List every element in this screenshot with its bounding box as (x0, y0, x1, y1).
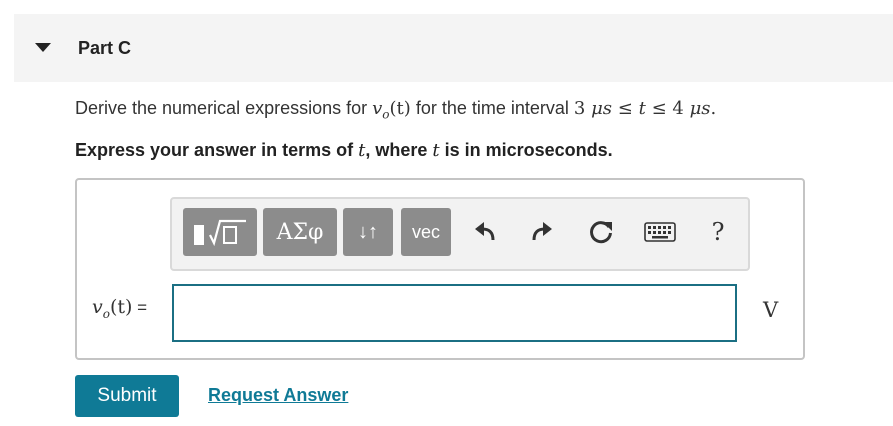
question-text: Derive the numerical expressions for vo(… (75, 98, 716, 122)
keyboard-icon (644, 222, 676, 242)
request-answer-link[interactable]: Request Answer (208, 385, 348, 406)
vector-button[interactable]: vec (401, 208, 451, 256)
answer-lhs: vo(t) = (92, 296, 148, 321)
undo-icon (475, 222, 495, 241)
templates-button[interactable] (183, 208, 257, 256)
redo-button[interactable] (523, 214, 559, 250)
answer-unit: V (763, 298, 779, 322)
answer-input[interactable] (172, 284, 737, 342)
redo-icon (532, 222, 552, 241)
greek-symbols-button[interactable]: ΑΣφ (263, 208, 337, 256)
subscript-superscript-button[interactable]: ↓↑ (343, 208, 393, 256)
templates-icon (194, 219, 246, 247)
submit-button[interactable]: Submit (75, 375, 179, 417)
instruction-text: Express your answer in terms of t, where… (75, 140, 613, 161)
question-middle: for the time interval (410, 98, 574, 118)
math-toolbar: ΑΣφ ↓↑ vec ? (170, 197, 750, 271)
collapse-caret-icon[interactable] (35, 43, 51, 52)
reset-icon (590, 221, 612, 244)
vo-variable: vo (372, 98, 390, 122)
answer-box: ΑΣφ ↓↑ vec ? vo(t) = V (75, 178, 805, 360)
part-header[interactable]: Part C (14, 14, 893, 82)
interval-expression: 3 μs ≤ t ≤ 4 μs. (573, 98, 717, 119)
part-title: Part C (78, 38, 132, 58)
vo-argument: (t) (389, 98, 411, 119)
keyboard-button[interactable] (641, 214, 679, 250)
undo-button[interactable] (468, 214, 504, 250)
help-button[interactable]: ? (700, 214, 736, 250)
question-prefix: Derive the numerical expressions for (75, 98, 373, 118)
reset-button[interactable] (583, 214, 619, 250)
